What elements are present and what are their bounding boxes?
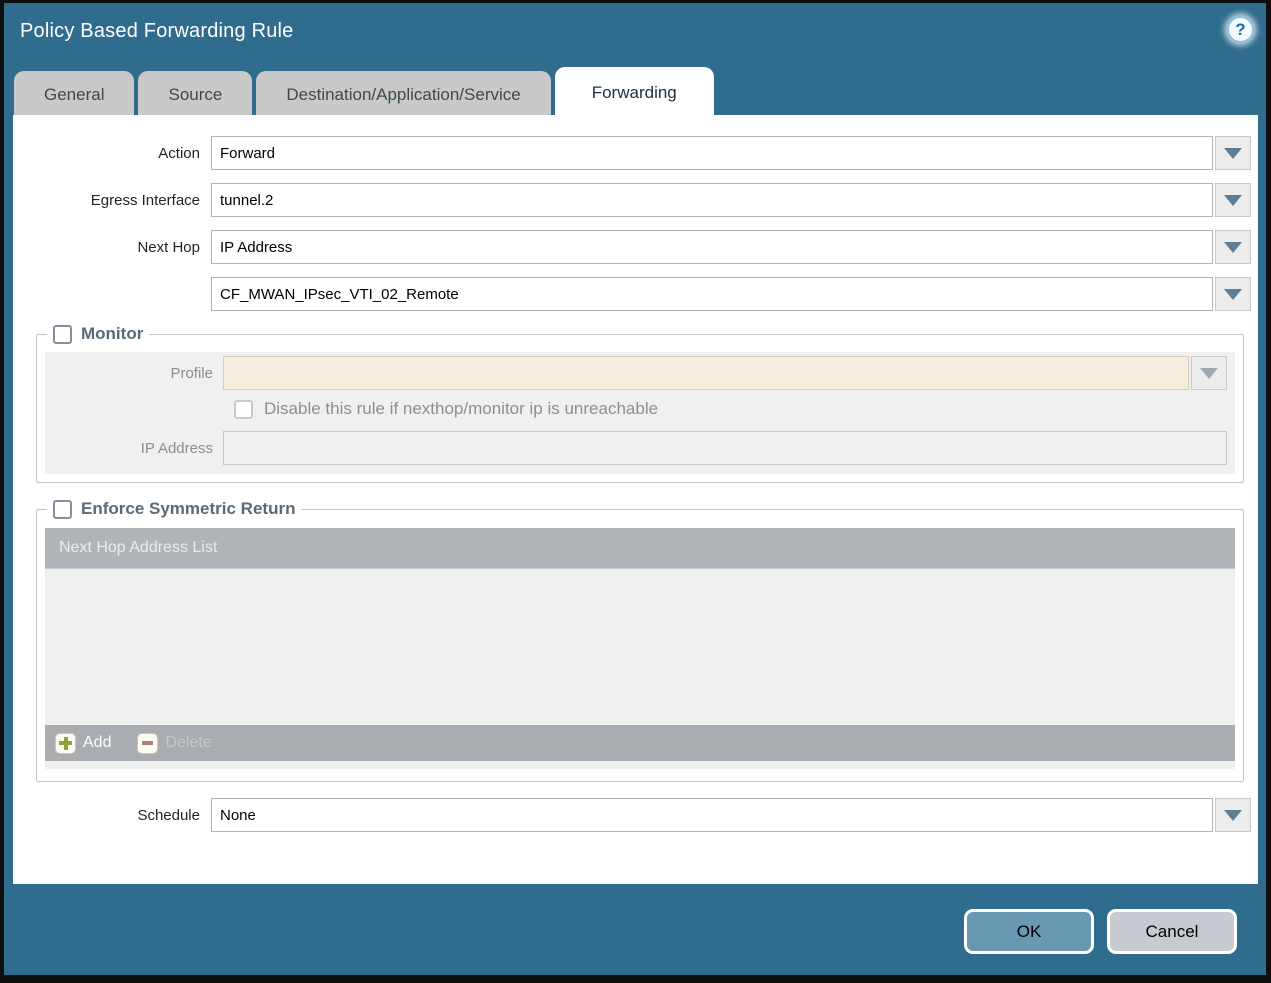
minus-icon [137, 733, 158, 754]
tab-destination-application-service[interactable]: Destination/Application/Service [256, 71, 550, 119]
enforce-symmetric-return-fieldset: Enforce Symmetric Return Next Hop Addres… [36, 499, 1244, 782]
profile-row: Profile [45, 356, 1231, 390]
chevron-down-icon [1224, 289, 1242, 300]
next-hop-address-table: Next Hop Address List Add Delete [45, 528, 1235, 769]
monitor-ip-address-row: IP Address [45, 431, 1231, 465]
monitor-legend-label: Monitor [81, 324, 143, 344]
delete-button-label: Delete [165, 734, 211, 752]
tab-bar: General Source Destination/Application/S… [14, 67, 714, 119]
next-hop-address-input[interactable] [211, 277, 1213, 311]
profile-input [223, 356, 1189, 390]
cancel-button[interactable]: Cancel [1107, 909, 1237, 954]
enforce-symmetric-return-legend-label: Enforce Symmetric Return [81, 499, 295, 519]
next-hop-address-row [13, 277, 1251, 311]
tab-source[interactable]: Source [138, 71, 252, 119]
next-hop-row: Next Hop [13, 230, 1251, 264]
chevron-down-icon [1224, 148, 1242, 159]
profile-label: Profile [45, 365, 223, 382]
chevron-down-icon [1224, 810, 1242, 821]
enforce-symmetric-return-legend: Enforce Symmetric Return [47, 499, 301, 519]
disable-rule-row: Disable this rule if nexthop/monitor ip … [45, 399, 1231, 419]
egress-interface-dropdown-button[interactable] [1215, 183, 1251, 217]
monitor-ip-address-input [223, 431, 1227, 465]
profile-dropdown-button [1191, 356, 1227, 390]
disable-rule-checkbox [234, 400, 253, 419]
egress-interface-input[interactable] [211, 183, 1213, 217]
egress-interface-label: Egress Interface [13, 192, 211, 209]
schedule-row: Schedule [13, 798, 1251, 832]
next-hop-address-table-bottom-strip [45, 761, 1235, 769]
schedule-dropdown-button[interactable] [1215, 798, 1251, 832]
next-hop-type-input[interactable] [211, 230, 1213, 264]
chevron-down-icon [1224, 242, 1242, 253]
action-label: Action [13, 145, 211, 162]
monitor-legend: Monitor [47, 324, 149, 344]
forwarding-tab-panel: Action Egress Interface Next Hop [13, 115, 1258, 884]
egress-interface-row: Egress Interface [13, 183, 1251, 217]
next-hop-address-table-header: Next Hop Address List [45, 528, 1235, 569]
policy-based-forwarding-dialog: Policy Based Forwarding Rule ? General S… [4, 3, 1266, 975]
plus-icon [55, 733, 76, 754]
schedule-label: Schedule [13, 807, 211, 824]
dialog-title: Policy Based Forwarding Rule [20, 20, 294, 43]
action-row: Action [13, 136, 1251, 170]
monitor-ip-address-label: IP Address [45, 440, 223, 457]
action-input[interactable] [211, 136, 1213, 170]
ok-button[interactable]: OK [964, 909, 1094, 954]
next-hop-address-table-body [45, 569, 1235, 725]
help-icon[interactable]: ? [1227, 16, 1254, 43]
chevron-down-icon [1200, 368, 1218, 379]
action-dropdown-button[interactable] [1215, 136, 1251, 170]
tab-forwarding[interactable]: Forwarding [555, 67, 714, 119]
next-hop-address-table-toolbar: Add Delete [45, 725, 1235, 761]
monitor-fieldset: Monitor Profile Disable this rule if nex… [36, 324, 1244, 483]
monitor-checkbox[interactable] [53, 325, 72, 344]
chevron-down-icon [1224, 195, 1242, 206]
disable-rule-label: Disable this rule if nexthop/monitor ip … [264, 399, 658, 419]
next-hop-address-list-column-header: Next Hop Address List [45, 539, 217, 557]
add-button-label: Add [83, 734, 111, 752]
next-hop-label: Next Hop [13, 239, 211, 256]
monitor-panel: Profile Disable this rule if nexthop/mon… [45, 352, 1235, 474]
delete-button: Delete [137, 733, 211, 754]
enforce-symmetric-return-checkbox[interactable] [53, 500, 72, 519]
tab-general[interactable]: General [14, 71, 134, 119]
add-button[interactable]: Add [55, 733, 111, 754]
next-hop-address-dropdown-button[interactable] [1215, 277, 1251, 311]
schedule-input[interactable] [211, 798, 1213, 832]
next-hop-type-dropdown-button[interactable] [1215, 230, 1251, 264]
